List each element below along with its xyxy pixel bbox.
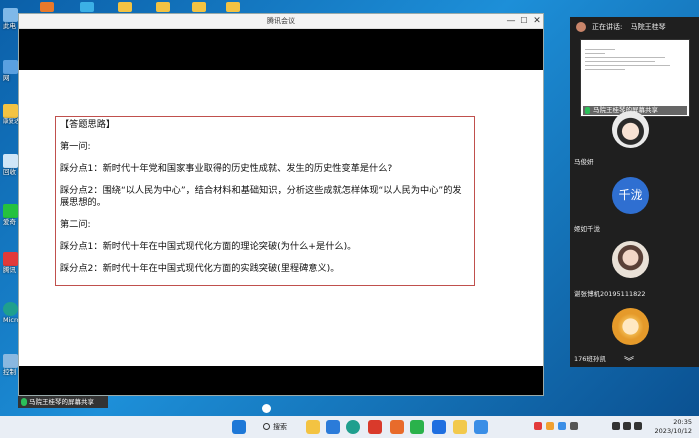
desktop-icon-iqiyi[interactable]: 爱奇	[3, 204, 18, 226]
speaking-indicator: 正在讲话: 马院王桂琴	[570, 17, 699, 37]
title-bar[interactable]: 腾讯会议 — ☐ ✕	[19, 14, 543, 29]
participant-name: 姬如千泷	[574, 225, 600, 233]
question-1-point-1: 踩分点1：新时代十年党和国家事业取得的历史性成就、发生的历史性变革是什么?	[60, 163, 393, 174]
window-title: 腾讯会议	[267, 17, 295, 25]
wechat-icon[interactable]	[410, 420, 424, 434]
computer-icon	[3, 8, 18, 22]
screen-share-thumbnail[interactable]: 马院王桂琴的屏幕共享	[580, 39, 690, 117]
avatar: 千泷	[612, 177, 649, 214]
participant-name: 176班孙凯	[574, 355, 606, 363]
tencent-meeting-icon[interactable]	[432, 420, 446, 434]
microphone-icon	[585, 107, 590, 114]
speaker-avatar	[576, 22, 586, 32]
desktop-icons: 此电 网 康复达 37班午 回收 爱奇 腾讯 Micro Ed 控制	[0, 0, 39, 416]
close-button[interactable]: ✕	[531, 15, 543, 27]
battery-icon[interactable]	[634, 422, 642, 430]
avatar	[612, 241, 649, 278]
wps-icon[interactable]	[368, 420, 382, 434]
video-letterbox-bottom	[19, 366, 543, 395]
question-2-point-2: 踩分点2：新时代十年在中国式现代化方面的实践突破(里程碑意义)。	[60, 263, 340, 274]
drag-handle[interactable]	[262, 404, 271, 413]
app-icon[interactable]	[453, 420, 467, 434]
folder-icon[interactable]	[156, 2, 170, 12]
answer-text-box: 【答题思路】 第一问: 踩分点1：新时代十年党和国家事业取得的历史性成就、发生的…	[55, 116, 475, 286]
desktop-icon-folder[interactable]: 康复达 37班午	[3, 104, 39, 126]
folder-icon[interactable]	[118, 2, 132, 12]
search-icon	[263, 423, 270, 430]
participant-name: 谌张博机20195111822	[574, 290, 646, 298]
screen-share-indicator[interactable]: 马院王桂琴的屏幕共享	[18, 396, 108, 408]
shared-screen-content: 【答题思路】 第一问: 踩分点1：新时代十年党和国家事业取得的历史性成就、发生的…	[19, 70, 543, 366]
wifi-icon[interactable]	[612, 422, 620, 430]
clock[interactable]: 20:35 2023/10/12	[642, 418, 692, 436]
start-icon[interactable]	[232, 420, 246, 434]
folder-icon	[3, 104, 18, 118]
question-1-title: 第一问:	[60, 141, 91, 152]
volume-icon[interactable]	[623, 422, 631, 430]
avatar	[612, 111, 649, 148]
question-1-point-2: 踩分点2：围绕“以人民为中心”，结合材料和基础知识，分析这些成就怎样体现“以人民…	[60, 185, 462, 208]
participant-name: 马俊妍	[574, 158, 594, 166]
desktop-icon-tencent[interactable]: 腾讯	[3, 252, 18, 274]
desktop-icon-this-pc[interactable]: 此电	[3, 8, 18, 30]
desktop-icon-recycle-bin[interactable]: 回收	[3, 154, 18, 176]
answer-heading: 【答题思路】	[60, 119, 116, 130]
tray-icon[interactable]	[546, 422, 554, 430]
iqiyi-icon	[3, 204, 18, 218]
edge-icon[interactable]	[346, 420, 360, 434]
network-icon	[3, 60, 18, 74]
maximize-button[interactable]: ☐	[518, 15, 530, 27]
folder-icon[interactable]	[192, 2, 206, 12]
edge-icon	[3, 302, 18, 316]
taskbar: 搜索 20:35 2023/10/12	[0, 416, 699, 438]
chevron-down-icon[interactable]: ︾	[624, 353, 634, 368]
folder-icon[interactable]	[226, 2, 240, 12]
app-icon[interactable]	[80, 2, 94, 12]
top-desktop-icons	[20, 0, 250, 13]
participants-panel: 正在讲话: 马院王桂琴 马院王桂琴的屏幕共享 马俊妍 千泷 姬如千泷 谌张博机2…	[570, 17, 699, 368]
minimize-button[interactable]: —	[505, 15, 517, 27]
app-icon[interactable]	[474, 420, 488, 434]
app-icon[interactable]	[390, 420, 404, 434]
desktop-icon-edge[interactable]: Micro Ed	[3, 302, 31, 324]
desktop-icon-control-panel[interactable]: 控制	[3, 354, 18, 376]
tencent-icon	[3, 252, 18, 266]
app-icon[interactable]	[326, 420, 340, 434]
tray-icon[interactable]	[534, 422, 542, 430]
file-explorer-icon[interactable]	[306, 420, 320, 434]
desktop-icon-network[interactable]: 网	[3, 60, 18, 82]
microphone-icon	[21, 398, 27, 406]
meeting-window: 腾讯会议 — ☐ ✕ 【答题思路】 第一问: 踩分点1：新时代十年党和国家事业取…	[18, 13, 544, 396]
tray-icon[interactable]	[570, 422, 578, 430]
question-2-point-1: 踩分点1：新时代十年在中国式现代化方面的理论突破(为什么+是什么)。	[60, 241, 357, 252]
control-panel-icon	[3, 354, 18, 368]
recycle-bin-icon	[3, 154, 18, 168]
tray-icon[interactable]	[558, 422, 566, 430]
avatar	[612, 308, 649, 345]
app-icon[interactable]	[40, 2, 54, 12]
search-box[interactable]: 搜索	[261, 420, 297, 434]
question-2-title: 第二问:	[60, 219, 91, 230]
video-letterbox-top	[19, 29, 543, 70]
